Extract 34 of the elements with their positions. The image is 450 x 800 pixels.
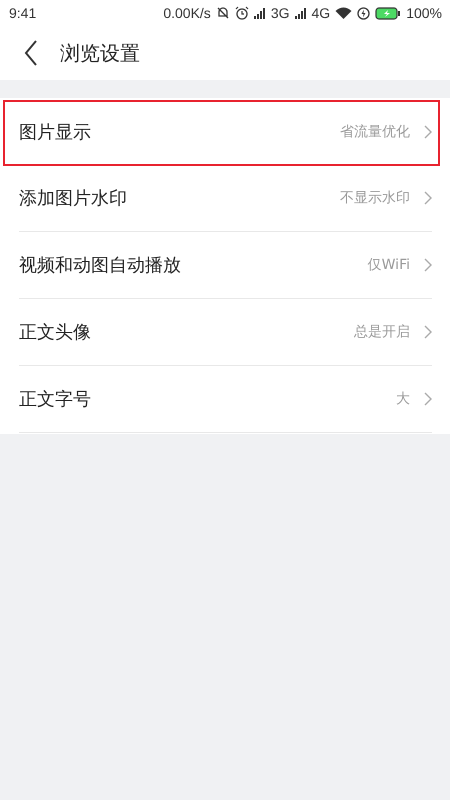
setting-label: 正文头像 [19, 321, 92, 344]
settings-row[interactable]: 视频和动图自动播放 仅WiFi [19, 232, 432, 299]
network-speed: 0.00K/s [163, 5, 211, 21]
chevron-icon [424, 258, 432, 272]
network-type: 4G [312, 5, 330, 21]
settings-row[interactable]: 正文头像 总是开启 [19, 299, 432, 366]
chevron-icon [424, 124, 432, 138]
network-type: 3G [270, 5, 290, 21]
chevron-icon [424, 325, 432, 339]
setting-value: 省流量优化 [340, 122, 410, 140]
signal-icon [254, 8, 266, 18]
signal-icon [294, 8, 306, 18]
setting-value: 仅WiFi [368, 256, 410, 274]
alarm-icon [234, 6, 249, 20]
setting-label: 视频和动图自动播放 [19, 254, 182, 277]
chevron-icon [424, 392, 432, 406]
back-icon[interactable] [24, 40, 38, 66]
settings-row[interactable]: 添加图片水印 不显示水印 [19, 165, 432, 232]
setting-label: 正文字号 [19, 388, 92, 411]
battery-icon [375, 6, 402, 20]
wifi-icon [335, 6, 352, 20]
charging-icon [357, 6, 370, 20]
chevron-icon [424, 191, 432, 205]
clock-time: 9:41 [9, 5, 36, 21]
muted-bell-icon [216, 6, 230, 20]
settings-row[interactable]: 正文字号 大 [19, 366, 432, 433]
settings-row[interactable]: 图片显示 省流量优化 [0, 98, 450, 165]
setting-value: 总是开启 [354, 323, 410, 341]
battery-level: 100% [406, 5, 442, 21]
setting-label: 添加图片水印 [19, 187, 128, 210]
setting-value: 不显示水印 [340, 189, 410, 207]
setting-value: 大 [396, 390, 410, 408]
page-title: 浏览设置 [60, 40, 140, 66]
setting-label: 图片显示 [19, 120, 92, 144]
